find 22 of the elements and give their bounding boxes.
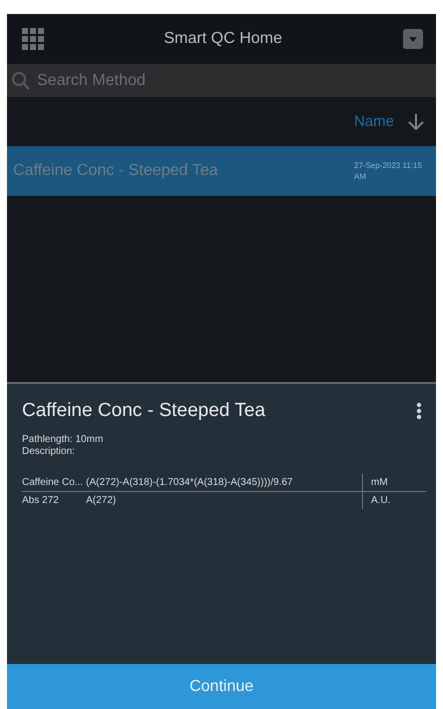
result-name: Caffeine Co... — [22, 477, 84, 488]
sort-button[interactable]: Name — [354, 113, 394, 130]
result-unit: mM — [362, 474, 426, 491]
method-row[interactable]: Caffeine Conc - Steeped Tea 27-Sep-2023 11:15 AM — [7, 146, 436, 196]
method-name: Caffeine Conc - Steeped Tea — [13, 162, 218, 180]
screen-title: Smart QC Home — [164, 30, 282, 48]
search-field[interactable]: Search Method — [7, 64, 436, 97]
method-date: 27-Sep-2023 11:15 AM — [354, 160, 423, 182]
result-formula: (A(272)-A(318)-(1.7034*(A(318)-A(345))))/9.67 — [86, 477, 294, 488]
arrow-down-icon[interactable] — [406, 112, 426, 132]
result-unit: A.U. — [362, 492, 426, 509]
result-formula: A(272) — [86, 495, 118, 506]
result-name: Abs 272 — [22, 495, 60, 506]
archive-icon[interactable] — [402, 28, 424, 50]
more-icon[interactable] — [416, 402, 422, 420]
grid-icon[interactable] — [22, 28, 44, 50]
method-title: Caffeine Conc - Steeped Tea — [22, 400, 266, 422]
search-icon — [11, 70, 31, 90]
description-text: Description: — [22, 446, 76, 458]
continue-button[interactable]: Continue — [7, 664, 436, 709]
search-input[interactable]: Search Method — [37, 72, 432, 90]
pathlength-text: Pathlength: 10mm — [22, 434, 104, 446]
